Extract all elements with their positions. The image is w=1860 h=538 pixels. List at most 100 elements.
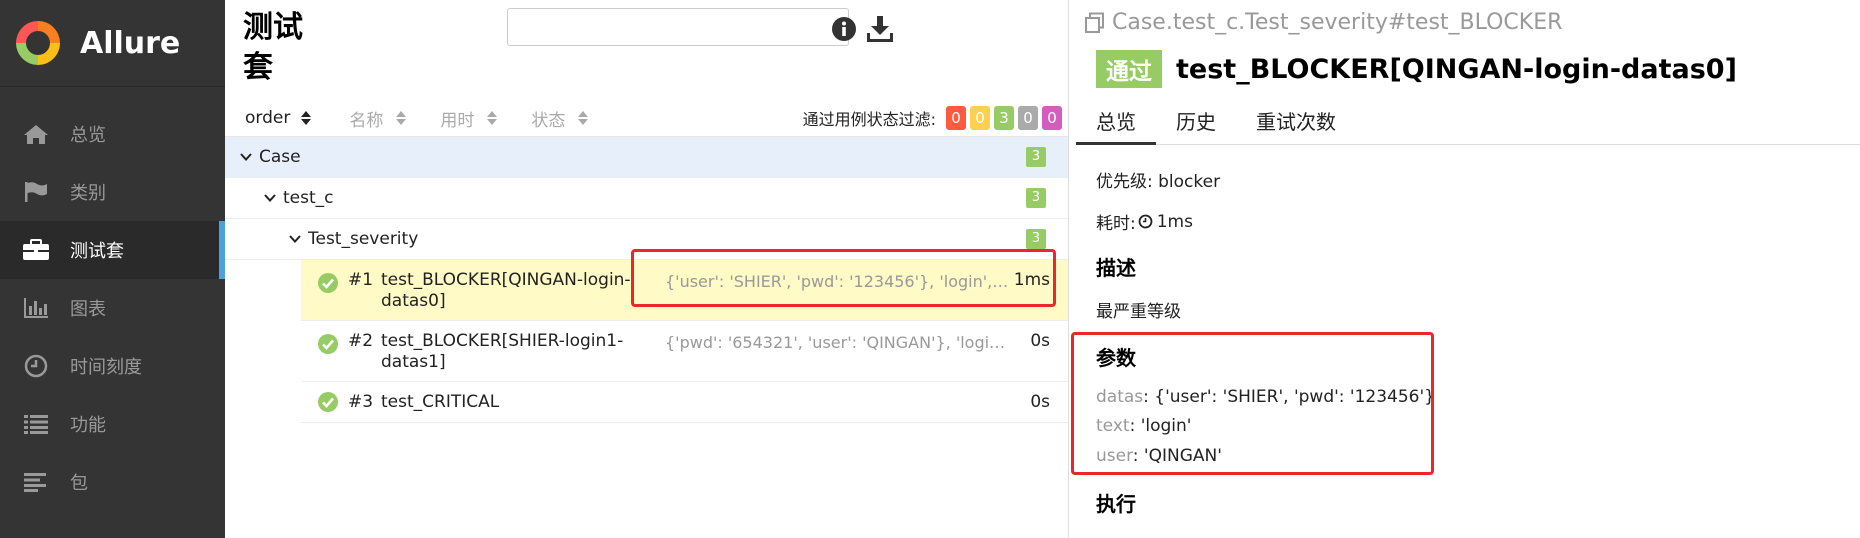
chevron-down-icon bbox=[264, 194, 276, 202]
sidebar-item-overview[interactable]: 总览 bbox=[0, 105, 225, 163]
test-case-name: test_BLOCKER[SHIER-login1-datas1] bbox=[381, 331, 624, 372]
tab-history[interactable]: 历史 bbox=[1156, 102, 1236, 142]
test-title-text: test_BLOCKER[QINGAN-login-datas0] bbox=[1176, 53, 1737, 85]
sidebar-nav: 总览 类别 测试套 图表 时间刻度 功能 包 bbox=[0, 87, 225, 511]
sort-label: 用时 bbox=[440, 110, 475, 131]
flag-icon bbox=[22, 180, 50, 204]
duration-value: 1ms bbox=[1156, 211, 1193, 232]
test-title: 通过 test_BLOCKER[QINGAN-login-datas0] bbox=[1096, 50, 1737, 88]
parameters-heading: 参数 bbox=[1096, 346, 1136, 370]
filter-badge-unknown[interactable]: 0 bbox=[1042, 106, 1062, 130]
test-case-name: test_BLOCKER[QINGAN-login-datas0] bbox=[381, 270, 631, 311]
suites-tree: Case 3 test_c 3 Test_severity 3 #1 test_… bbox=[225, 137, 1068, 423]
count-badge: 3 bbox=[1026, 229, 1046, 249]
chevron-down-icon bbox=[240, 153, 252, 161]
sidebar-item-behaviors[interactable]: 功能 bbox=[0, 395, 225, 453]
execution-heading: 执行 bbox=[1096, 492, 1136, 516]
tree-node-test-severity[interactable]: Test_severity 3 bbox=[225, 219, 1068, 260]
sort-label: 名称 bbox=[349, 110, 384, 131]
check-circle-icon bbox=[318, 273, 338, 293]
parameter-row: user: 'QINGAN' bbox=[1096, 446, 1222, 466]
status-filter: 通过用例状态过滤: 0 0 3 0 0 bbox=[803, 106, 1062, 130]
sort-icon bbox=[578, 111, 589, 125]
sort-status[interactable]: 状态 bbox=[531, 106, 589, 131]
sort-duration[interactable]: 用时 bbox=[440, 106, 498, 131]
parameter-key: user bbox=[1096, 446, 1133, 466]
test-case-name: test_CRITICAL bbox=[381, 392, 500, 412]
briefcase-icon bbox=[22, 238, 50, 262]
check-circle-icon bbox=[318, 392, 338, 412]
clock-icon bbox=[22, 354, 50, 378]
status-filter-label: 通过用例状态过滤: bbox=[802, 110, 936, 129]
tab-retries[interactable]: 重试次数 bbox=[1236, 102, 1356, 142]
duration-label: 耗时: bbox=[1096, 214, 1136, 234]
check-circle-icon bbox=[318, 334, 338, 354]
test-detail-panel: Case.test_c.Test_severity#test_BLOCKER 通… bbox=[1071, 0, 1860, 538]
test-case-row[interactable]: #2 test_BLOCKER[SHIER-login1-datas1] {'p… bbox=[301, 321, 1068, 382]
test-case-number: #3 bbox=[348, 392, 374, 412]
sort-icon bbox=[487, 111, 498, 125]
filter-badge-passed[interactable]: 3 bbox=[994, 106, 1014, 130]
tree-node-case[interactable]: Case 3 bbox=[225, 137, 1068, 178]
test-case-number: #2 bbox=[348, 331, 374, 351]
parameter-row: text: 'login' bbox=[1096, 416, 1192, 436]
sidebar-item-label: 测试套 bbox=[70, 241, 124, 262]
search-input[interactable] bbox=[507, 8, 849, 46]
sidebar-item-label: 功能 bbox=[70, 415, 106, 436]
test-case-duration: 0s bbox=[1030, 392, 1050, 412]
chevron-down-icon bbox=[289, 235, 301, 243]
brand[interactable]: Allure bbox=[0, 0, 225, 87]
brand-name: Allure bbox=[80, 25, 181, 61]
sidebar-item-timeline[interactable]: 时间刻度 bbox=[0, 337, 225, 395]
parameter-value: {'user': 'SHIER', 'pwd': '123456'} bbox=[1154, 387, 1435, 407]
suites-panel: 测试 套 order 名称 用时 状态 通过用例状态过滤: 0 0 3 0 0 … bbox=[225, 0, 1069, 538]
filter-badge-broken[interactable]: 0 bbox=[970, 106, 990, 130]
test-case-params: {'pwd': '654321', 'user': 'QINGAN'}, 'lo… bbox=[665, 333, 1010, 352]
test-case-row[interactable]: #3 test_CRITICAL 0s bbox=[301, 382, 1068, 423]
description-text: 最严重等级 bbox=[1096, 302, 1181, 322]
sidebar-item-label: 总览 bbox=[70, 125, 106, 146]
tab-overview[interactable]: 总览 bbox=[1076, 102, 1156, 145]
count-badge: 3 bbox=[1026, 188, 1046, 208]
info-icon[interactable] bbox=[829, 14, 859, 44]
tree-node-name: Case bbox=[259, 147, 301, 167]
download-icon[interactable] bbox=[865, 14, 895, 44]
filter-badge-skipped[interactable]: 0 bbox=[1018, 106, 1038, 130]
sidebar-item-label: 图表 bbox=[70, 299, 106, 320]
bar-chart-icon bbox=[22, 296, 50, 320]
sidebar-item-label: 时间刻度 bbox=[70, 357, 142, 378]
tree-node-name: Test_severity bbox=[308, 229, 419, 249]
sidebar-item-graphs[interactable]: 图表 bbox=[0, 279, 225, 337]
test-path-text: Case.test_c.Test_severity#test_BLOCKER bbox=[1112, 10, 1563, 35]
duration-line: 耗时: 1ms bbox=[1096, 209, 1193, 235]
tree-node-name: test_c bbox=[283, 188, 334, 208]
sidebar-item-suites[interactable]: 测试套 bbox=[0, 221, 225, 279]
sort-icon bbox=[396, 111, 407, 125]
sort-label: 状态 bbox=[531, 110, 566, 131]
detail-tabs: 总览 历史 重试次数 bbox=[1076, 102, 1860, 145]
sidebar-item-label: 类别 bbox=[70, 183, 106, 204]
parameter-value: 'login' bbox=[1140, 416, 1192, 436]
sort-bar: order 名称 用时 状态 通过用例状态过滤: 0 0 3 0 0 bbox=[225, 100, 1068, 137]
parameter-key: text bbox=[1096, 416, 1130, 436]
parameter-key: datas bbox=[1096, 387, 1144, 407]
list-icon bbox=[22, 412, 50, 436]
filter-badge-failed[interactable]: 0 bbox=[946, 106, 966, 130]
sidebar-item-categories[interactable]: 类别 bbox=[0, 163, 225, 221]
suites-header: 测试 套 bbox=[225, 0, 1068, 100]
parameter-value: 'QINGAN' bbox=[1143, 446, 1222, 466]
page-title-line: 测试 bbox=[243, 10, 303, 45]
page-title-line: 套 bbox=[243, 50, 273, 85]
test-case-row[interactable]: #1 test_BLOCKER[QINGAN-login-datas0] {'u… bbox=[301, 260, 1068, 321]
tree-node-test-c[interactable]: test_c 3 bbox=[225, 178, 1068, 219]
status-badge: 通过 bbox=[1096, 50, 1162, 88]
sort-name[interactable]: 名称 bbox=[349, 106, 407, 131]
description-heading: 描述 bbox=[1096, 256, 1136, 280]
sidebar-item-packages[interactable]: 包 bbox=[0, 453, 225, 511]
copy-icon[interactable] bbox=[1084, 12, 1106, 34]
test-case-params: {'user': 'SHIER', 'pwd': '123456'}, 'log… bbox=[665, 272, 1010, 291]
sort-order[interactable]: order bbox=[245, 108, 312, 128]
sidebar-item-label: 包 bbox=[70, 473, 88, 494]
sort-label: order bbox=[245, 108, 291, 128]
test-case-duration: 0s bbox=[1030, 331, 1050, 351]
